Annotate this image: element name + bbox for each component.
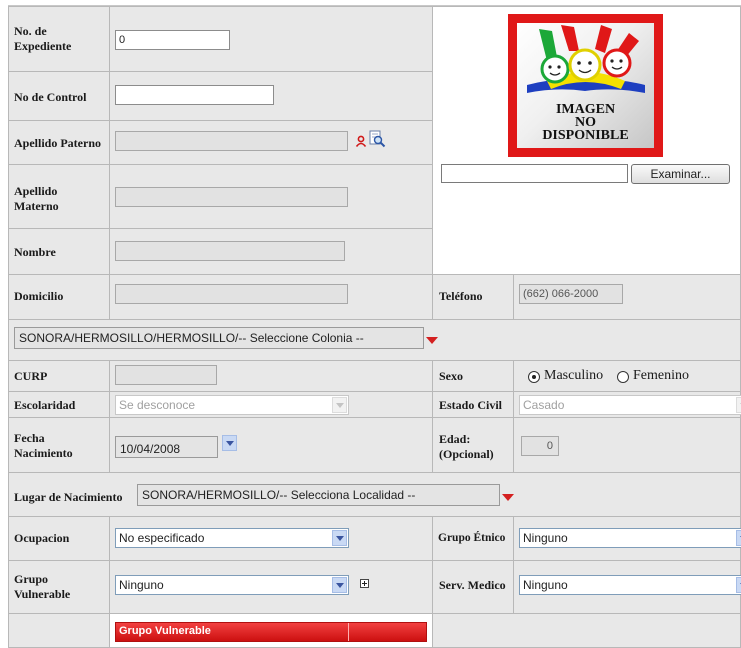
chevron-down-icon	[736, 530, 741, 546]
person-icon[interactable]	[355, 135, 367, 147]
apellido-paterno-label: Apellido Paterno	[14, 136, 101, 150]
expediente-input[interactable]: 0	[115, 30, 230, 50]
grupo-etnico-label: Grupo Étnico	[438, 532, 506, 544]
vulnerable-table-header: Grupo Vulnerable	[115, 622, 427, 642]
serv-medico-label: Serv. Medico	[439, 578, 506, 592]
calendar-dropdown-icon	[222, 435, 237, 451]
sexo-masculino-label: Masculino	[544, 368, 604, 383]
grupo-etnico-select[interactable]: Ninguno	[519, 528, 741, 548]
apellido-materno-label: Apellido Materno	[14, 184, 59, 213]
serv-medico-select[interactable]: Ninguno	[519, 575, 741, 595]
domicilio-input[interactable]	[115, 284, 348, 304]
grupo-etnico-value: Ninguno	[523, 531, 568, 545]
photo-placeholder: IMAGEN NO DISPONIBLE	[517, 23, 654, 148]
colonia-dropdown-icon[interactable]	[426, 337, 438, 344]
kids-logo-icon	[527, 25, 645, 93]
plus-box-icon[interactable]	[360, 579, 369, 588]
estado-civil-label: Estado Civil	[439, 398, 503, 412]
vulnerable-header-label: Grupo Vulnerable	[119, 625, 211, 637]
telefono-label: Teléfono	[439, 289, 483, 303]
domicilio-label: Domicilio	[14, 289, 64, 303]
edad-input[interactable]: 0	[521, 436, 559, 456]
sexo-femenino-radio[interactable]	[617, 371, 629, 383]
chevron-down-icon	[736, 577, 741, 593]
sexo-femenino-label: Femenino	[633, 368, 689, 383]
lugar-nacimiento-label: Lugar de Nacimiento	[14, 490, 123, 504]
serv-medico-value: Ninguno	[523, 578, 568, 592]
photo-text-line3: DISPONIBLE	[542, 128, 629, 143]
vulnerable-table-left-cell	[8, 613, 110, 648]
grupo-vulnerable-label: Grupo Vulnerable	[14, 572, 71, 601]
escolaridad-value: Se desconoce	[119, 398, 196, 412]
ocupacion-value: No especificado	[119, 531, 205, 545]
lugar-nacimiento-select[interactable]: SONORA/HERMOSILLO/-- Selecciona Localida…	[137, 484, 500, 506]
ocupacion-select[interactable]: No especificado	[115, 528, 349, 548]
fecha-picker-button[interactable]	[219, 434, 239, 453]
escolaridad-label: Escolaridad	[14, 398, 76, 412]
browse-button[interactable]: Examinar...	[631, 164, 730, 184]
vulnerable-table-right-cell	[432, 613, 741, 648]
edad-label: Edad: (Opcional)	[439, 432, 494, 461]
curp-input[interactable]	[115, 365, 217, 385]
control-input[interactable]	[115, 85, 274, 105]
curp-label: CURP	[14, 369, 48, 383]
grupo-vulnerable-select[interactable]: Ninguno	[115, 575, 349, 595]
estado-civil-select[interactable]: Casado	[519, 395, 741, 415]
escolaridad-select[interactable]: Se desconoce	[115, 395, 349, 415]
estado-civil-value: Casado	[523, 398, 565, 412]
lugar-dropdown-icon[interactable]	[502, 494, 514, 501]
chevron-down-icon	[736, 397, 741, 413]
grupo-vulnerable-value: Ninguno	[119, 578, 164, 592]
chevron-down-icon	[332, 577, 347, 593]
telefono-input[interactable]: (662) 066-2000	[519, 284, 623, 304]
chevron-down-icon	[332, 397, 347, 413]
search-icon[interactable]	[368, 130, 386, 148]
apellido-materno-input[interactable]	[115, 187, 348, 207]
ocupacion-label: Ocupacion	[14, 531, 70, 545]
sexo-label: Sexo	[439, 369, 463, 383]
chevron-down-icon	[332, 530, 347, 546]
expediente-label: No. de Expediente	[14, 24, 72, 53]
photo-frame: IMAGEN NO DISPONIBLE	[508, 14, 663, 157]
fecha-label: Fecha Nacimiento	[14, 431, 73, 460]
vulnerable-header-divider	[348, 623, 349, 641]
nombre-input[interactable]	[115, 241, 345, 261]
photo-path-input[interactable]	[441, 164, 628, 183]
plus-v	[364, 581, 365, 586]
fecha-input[interactable]: 10/04/2008	[115, 436, 218, 458]
sexo-masculino-radio[interactable]	[528, 371, 540, 383]
apellido-paterno-input[interactable]	[115, 131, 348, 151]
nombre-label: Nombre	[14, 245, 56, 259]
colonia-select[interactable]: SONORA/HERMOSILLO/HERMOSILLO/-- Seleccio…	[14, 327, 424, 349]
control-label: No de Control	[14, 90, 87, 104]
